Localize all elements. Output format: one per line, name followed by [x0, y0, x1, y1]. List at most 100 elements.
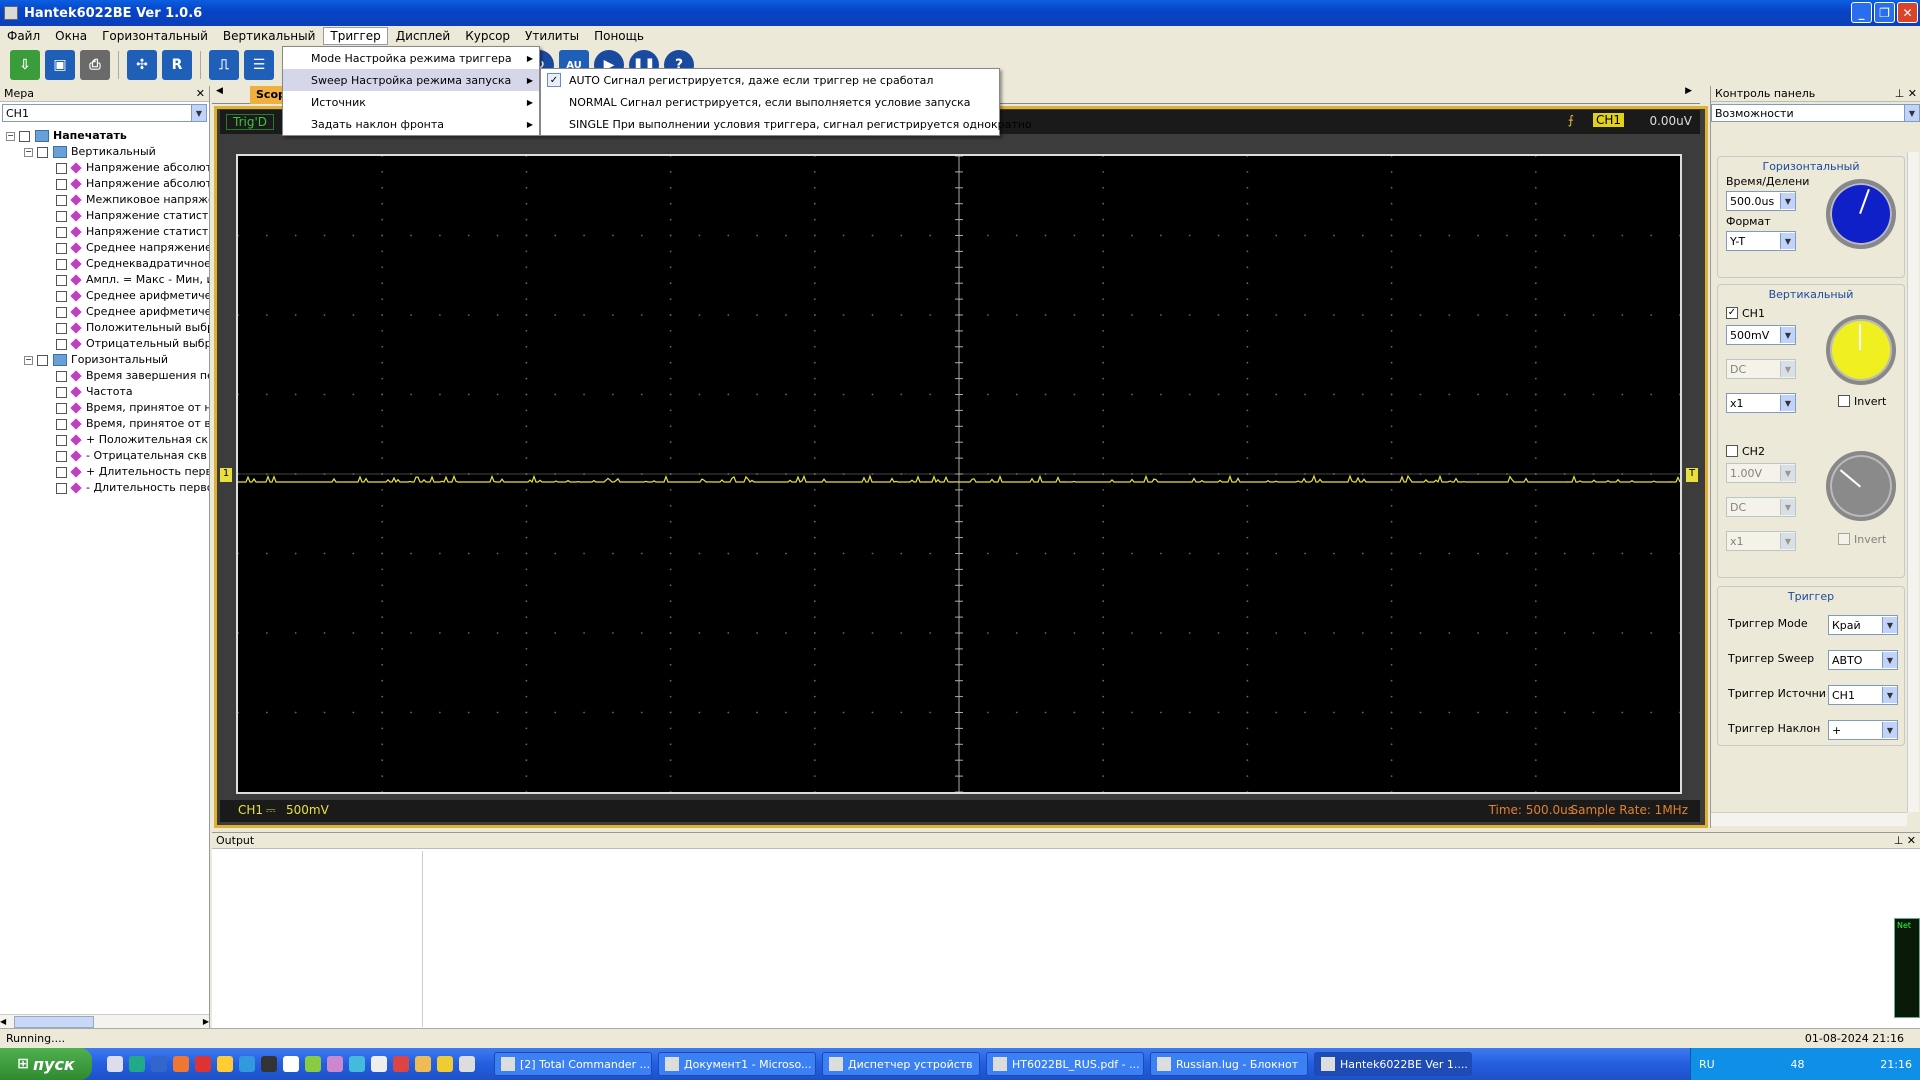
- capabilities-select[interactable]: Возможности ▼: [1711, 104, 1920, 122]
- pin-icon[interactable]: ⊥: [1895, 87, 1905, 100]
- quick-launch-icon[interactable]: [371, 1056, 387, 1072]
- ch2-probe-select[interactable]: x1 ▼: [1726, 531, 1796, 551]
- taskbar-task[interactable]: [2] Total Commander ...: [494, 1052, 652, 1076]
- quick-launch-icon[interactable]: [305, 1056, 321, 1072]
- tree-horizontal[interactable]: − Горизонтальный: [6, 352, 209, 368]
- tree-measure-item[interactable]: Время завершения пер: [6, 368, 209, 384]
- tree-measure-item[interactable]: Среднеквадратичное: [6, 256, 209, 272]
- time-div-select[interactable]: 500.0us ▼: [1726, 191, 1796, 211]
- net-widget[interactable]: Net: [1894, 918, 1920, 1018]
- tree-measure-item[interactable]: Межпиковое напряже: [6, 192, 209, 208]
- taskbar-task[interactable]: Hantek6022BE Ver 1....: [1314, 1052, 1472, 1076]
- quick-launch-icon[interactable]: [239, 1056, 255, 1072]
- menu-file[interactable]: Файл: [0, 27, 47, 45]
- menu-vertical[interactable]: Вертикальный: [216, 27, 322, 45]
- tree-measure-item[interactable]: Время, принятое от н: [6, 400, 209, 416]
- tree-measure-item[interactable]: Среднее арифметичес: [6, 304, 209, 320]
- quick-launch-icon[interactable]: [459, 1056, 475, 1072]
- ch2-volts-knob[interactable]: [1826, 451, 1896, 521]
- trigger-slope-select[interactable]: + ▼: [1828, 720, 1898, 740]
- tab-scroll-right-icon[interactable]: ▶: [1685, 86, 1692, 96]
- quick-launch-icon[interactable]: [283, 1056, 299, 1072]
- quick-launch-icon[interactable]: [107, 1056, 123, 1072]
- menu-trigger[interactable]: Триггер: [323, 27, 388, 45]
- menu-item-trigger-slope[interactable]: Задать наклон фронта ▶: [283, 113, 539, 135]
- trigger-marker-right[interactable]: T: [1686, 468, 1698, 482]
- save-icon[interactable]: ▣: [45, 50, 75, 80]
- restore-button[interactable]: ❐: [1874, 2, 1895, 23]
- quick-launch-icon[interactable]: [349, 1056, 365, 1072]
- left-hscrollbar[interactable]: ◀ ▶: [0, 1014, 209, 1028]
- quick-launch-icon[interactable]: [437, 1056, 453, 1072]
- taskbar-task[interactable]: Russian.lug - Блокнот: [1150, 1052, 1308, 1076]
- right-vscrollbar[interactable]: [1907, 152, 1919, 812]
- tree-measure-item[interactable]: Напряжение абсолюте: [6, 176, 209, 192]
- layout-icon[interactable]: ☰: [244, 50, 274, 80]
- tree-measure-item[interactable]: + Положительная скв: [6, 432, 209, 448]
- menu-item-sweep-auto[interactable]: ✓ AUTO Сигнал регистрируется, даже если т…: [541, 69, 999, 91]
- ch1-coupling-select[interactable]: DC ▼: [1726, 359, 1796, 379]
- autoset-icon[interactable]: ✣: [127, 50, 157, 80]
- menu-help[interactable]: Понощь: [587, 27, 651, 45]
- tree-measure-item[interactable]: Время, принятое от в: [6, 416, 209, 432]
- pulse-icon[interactable]: ⎍: [209, 50, 239, 80]
- ch1-volts-select[interactable]: 500mV ▼: [1726, 325, 1796, 345]
- tree-measure-item[interactable]: Ампл. = Макс - Мин, и: [6, 272, 209, 288]
- trigger-sweep-select[interactable]: АВТО ▼: [1828, 650, 1898, 670]
- menu-display[interactable]: Дисплей: [389, 27, 457, 45]
- close-button[interactable]: ✕: [1897, 2, 1918, 23]
- waveform-display[interactable]: [236, 154, 1682, 794]
- right-hscrollbar[interactable]: [1711, 812, 1907, 826]
- pin-icon[interactable]: ⊥: [1894, 834, 1904, 847]
- quick-launch-icon[interactable]: [129, 1056, 145, 1072]
- format-select[interactable]: Y-T ▼: [1726, 231, 1796, 251]
- tree-root[interactable]: − Напечатать: [6, 128, 209, 144]
- tree-measure-item[interactable]: Напряжение абсолюте: [6, 160, 209, 176]
- tree-vertical[interactable]: − Вертикальный: [6, 144, 209, 160]
- quick-launch-icon[interactable]: [151, 1056, 167, 1072]
- taskbar-task[interactable]: Документ1 - Microso...: [658, 1052, 816, 1076]
- taskbar-task[interactable]: HT6022BL_RUS.pdf - ...: [986, 1052, 1144, 1076]
- menu-horizontal[interactable]: Горизонтальный: [95, 27, 215, 45]
- start-button[interactable]: ⊞ пуск: [0, 1048, 92, 1080]
- close-icon[interactable]: ✕: [196, 87, 205, 100]
- menu-windows[interactable]: Окна: [48, 27, 94, 45]
- open-icon[interactable]: ⇩: [10, 50, 40, 80]
- quick-launch-icon[interactable]: [195, 1056, 211, 1072]
- quick-launch-icon[interactable]: [415, 1056, 431, 1072]
- quick-launch-icon[interactable]: [173, 1056, 189, 1072]
- ch1-invert-checkbox[interactable]: [1838, 395, 1850, 407]
- menu-item-trigger-sweep[interactable]: Sweep Настройка режима запуска ▶: [283, 69, 539, 91]
- tree-measure-item[interactable]: Среднее напряжение: [6, 240, 209, 256]
- ch1-checkbox[interactable]: ✓: [1726, 307, 1738, 319]
- ch1-probe-select[interactable]: x1 ▼: [1726, 393, 1796, 413]
- close-icon[interactable]: ✕: [1908, 87, 1917, 100]
- tab-scroll-left-icon[interactable]: ◀: [216, 86, 223, 96]
- close-icon[interactable]: ✕: [1907, 834, 1916, 847]
- ch1-marker-left[interactable]: 1: [220, 468, 232, 482]
- tree-measure-item[interactable]: Частота: [6, 384, 209, 400]
- trigger-mode-select[interactable]: Край ▼: [1828, 615, 1898, 635]
- tree-measure-item[interactable]: Напряжение статисти: [6, 208, 209, 224]
- tree-measure-item[interactable]: Положительный выбр: [6, 320, 209, 336]
- tree-measure-item[interactable]: - Отрицательная скв: [6, 448, 209, 464]
- minimize-button[interactable]: _: [1851, 2, 1872, 23]
- menu-item-sweep-normal[interactable]: NORMAL Сигнал регистрируется, если выпол…: [541, 91, 999, 113]
- time-div-knob[interactable]: [1826, 179, 1896, 249]
- tree-measure-item[interactable]: - Длительность перво: [6, 480, 209, 496]
- trigger-source-select[interactable]: CH1 ▼: [1828, 685, 1898, 705]
- menu-item-trigger-source[interactable]: Источник ▶: [283, 91, 539, 113]
- tree-measure-item[interactable]: Отрицательный выбр: [6, 336, 209, 352]
- print-icon[interactable]: ⎙: [80, 50, 110, 80]
- menu-cursor[interactable]: Курсор: [458, 27, 517, 45]
- taskbar-task[interactable]: Диспетчер устройств: [822, 1052, 980, 1076]
- reset-icon[interactable]: R: [162, 50, 192, 80]
- menu-item-sweep-single[interactable]: SINGLE При выполнении условия триггера, …: [541, 113, 1032, 135]
- menu-utilities[interactable]: Утилиты: [518, 27, 586, 45]
- ch2-checkbox[interactable]: [1726, 445, 1738, 457]
- quick-launch-icon[interactable]: [217, 1056, 233, 1072]
- measure-channel-select[interactable]: CH1 ▼: [2, 104, 207, 122]
- quick-launch-icon[interactable]: [261, 1056, 277, 1072]
- ch2-volts-select[interactable]: 1.00V ▼: [1726, 463, 1796, 483]
- language-indicator[interactable]: RU: [1699, 1058, 1715, 1071]
